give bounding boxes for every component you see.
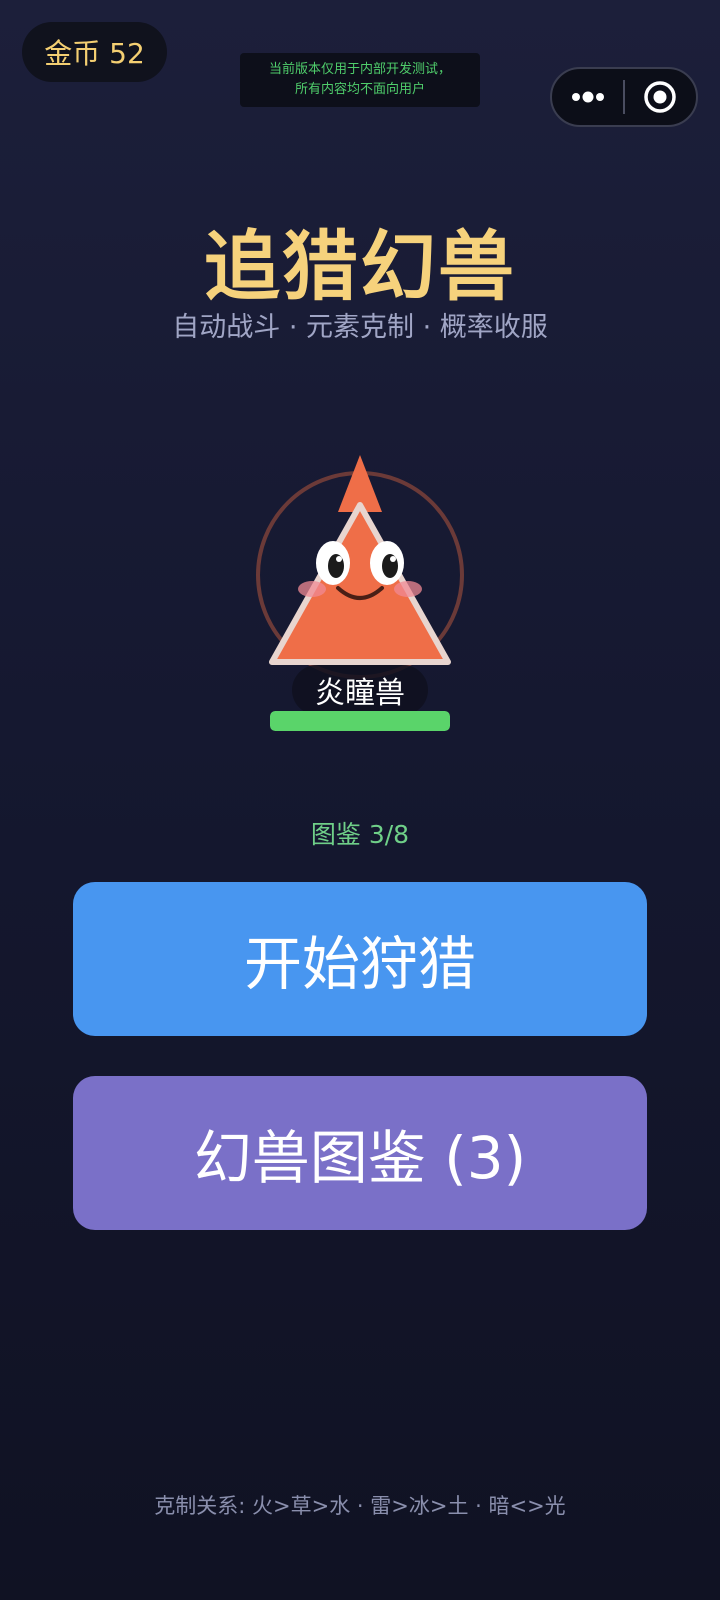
- dev-notice-banner: 当前版本仅用于内部开发测试， 所有内容均不面向用户: [240, 53, 480, 107]
- monster-right-cheek: [394, 581, 422, 597]
- dev-notice-line-2: 所有内容均不面向用户: [294, 82, 425, 97]
- codex-button[interactable]: 幻兽图鉴 (3): [73, 1076, 647, 1230]
- codex-button-label: 幻兽图鉴 (3): [193, 1124, 527, 1192]
- dev-notice-line-1: 当前版本仅用于内部开发测试，: [268, 62, 451, 77]
- monster-hp-fill: [270, 711, 450, 731]
- game-subtitle: 自动战斗 · 元素克制 · 概率收服: [172, 312, 548, 343]
- element-counter-rules: 克制关系: 火>草>水 · 雷>冰>土 · 暗<>光: [154, 1494, 566, 1518]
- monster-illustration: [256, 455, 464, 679]
- start-hunt-button[interactable]: 开始狩猎: [73, 882, 647, 1036]
- coin-balance-text: 金币 52: [44, 37, 145, 70]
- monster-body: [269, 502, 451, 665]
- more-dots-icon: [571, 91, 604, 103]
- monster-left-cheek: [298, 581, 326, 597]
- more-button[interactable]: [552, 69, 623, 125]
- coin-balance-badge: 金币 52: [22, 22, 167, 82]
- miniprogram-capsule: [550, 67, 698, 127]
- monster-name-text: 炎瞳兽: [315, 676, 405, 711]
- start-hunt-label: 开始狩猎: [243, 930, 476, 998]
- game-title: 追猎幻兽: [204, 222, 516, 311]
- monster-hp-bar: [270, 711, 450, 731]
- codex-progress-text: 图鉴 3/8: [310, 820, 410, 849]
- target-close-icon: [644, 81, 677, 113]
- close-miniprogram-button[interactable]: [625, 69, 696, 125]
- monster-name-tag: 炎瞳兽: [292, 665, 428, 715]
